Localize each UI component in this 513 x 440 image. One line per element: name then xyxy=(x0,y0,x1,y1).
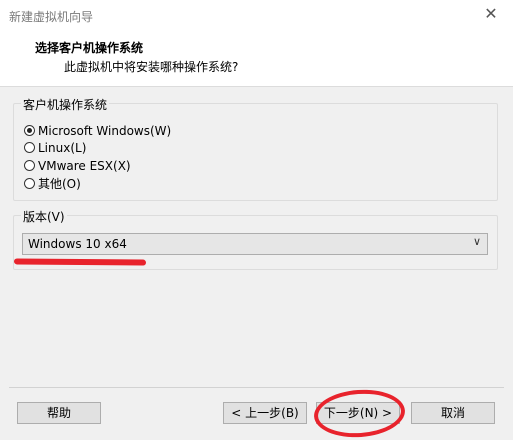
title-bar: 新建虚拟机向导 ✕ xyxy=(0,0,513,30)
radio-vmware-esx[interactable]: VMware ESX(X) xyxy=(24,157,131,174)
red-underline-annotation xyxy=(13,258,147,266)
version-select[interactable]: Windows 10 x64 ∨ xyxy=(22,233,488,255)
page-subtitle: 此虚拟机中将安装哪种操作系统? xyxy=(64,60,239,74)
chevron-down-icon: ∨ xyxy=(472,235,481,248)
radio-icon xyxy=(24,142,35,153)
help-button[interactable]: 帮助 xyxy=(17,402,101,424)
radio-microsoft-windows[interactable]: Microsoft Windows(W) xyxy=(24,122,171,139)
wizard-header: 选择客户机操作系统 此虚拟机中将安装哪种操作系统? xyxy=(0,30,513,87)
radio-icon xyxy=(24,160,35,171)
cancel-button[interactable]: 取消 xyxy=(411,402,495,424)
close-icon[interactable]: ✕ xyxy=(481,4,501,24)
page-title: 选择客户机操作系统 xyxy=(35,41,144,55)
version-legend: 版本(V) xyxy=(21,208,67,225)
back-button[interactable]: < 上一步(B) xyxy=(223,402,307,424)
radio-linux[interactable]: Linux(L) xyxy=(24,139,86,156)
footer-divider xyxy=(9,387,504,388)
radio-icon xyxy=(24,125,35,136)
radio-label: Microsoft Windows(W) xyxy=(38,123,172,138)
radio-label: VMware ESX(X) xyxy=(38,158,131,173)
radio-label: Linux(L) xyxy=(38,140,87,155)
version-select-value: Windows 10 x64 xyxy=(28,237,127,251)
guest-os-legend: 客户机操作系统 xyxy=(21,96,110,113)
radio-icon xyxy=(24,178,35,189)
radio-other[interactable]: 其他(O) xyxy=(24,175,81,192)
red-circle-annotation xyxy=(312,386,407,440)
window-title: 新建虚拟机向导 xyxy=(9,10,94,24)
radio-label: 其他(O) xyxy=(38,177,81,191)
